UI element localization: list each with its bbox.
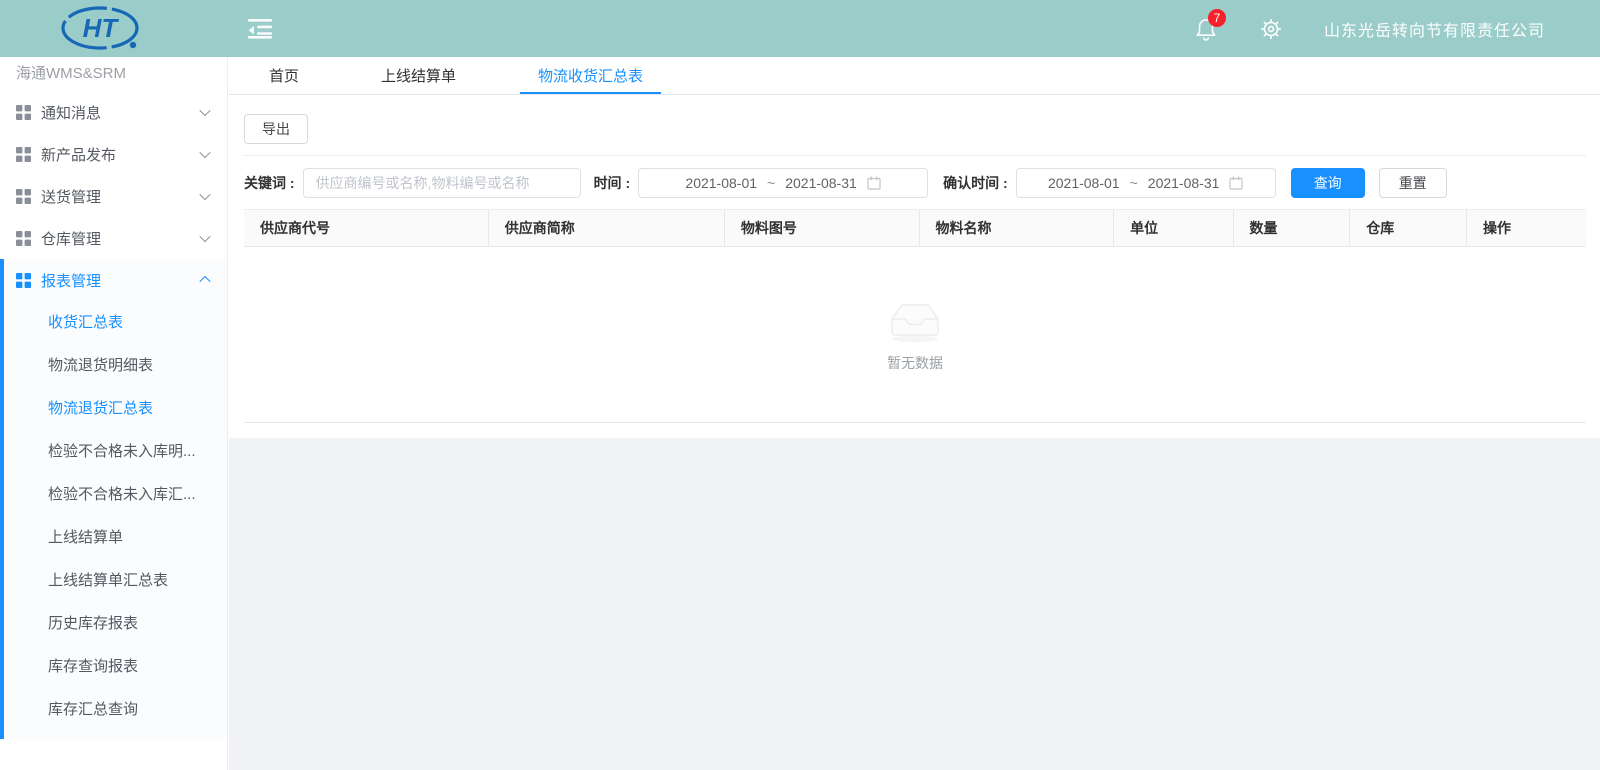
empty-state-text: 暂无数据 — [887, 353, 943, 373]
chevron-up-icon — [199, 276, 210, 287]
top-header-bar: HT 7 — [0, 0, 1600, 57]
col-supplier-code: 供应商代号 — [244, 210, 488, 247]
time-range-picker[interactable]: 2021-08-01 ~ 2021-08-31 — [638, 168, 928, 198]
sidebar-item-label: 通知消息 — [41, 102, 101, 123]
sidebar-sub-inventory-summary-query[interactable]: 库存汇总查询 — [4, 688, 227, 731]
filter-row: 关键词 : 时间 : 2021-08-01 ~ 2021-08-31 — [244, 168, 1586, 198]
sidebar-sub-receipt-summary[interactable]: 收货汇总表 — [4, 301, 227, 344]
col-material-drawing-no: 物料图号 — [724, 210, 919, 247]
sidebar: 海通WMS&SRM 通知消息 新产品发布 送货管理 — [0, 57, 228, 770]
header-right-controls: 7 — [1194, 0, 1545, 57]
calendar-icon — [1229, 176, 1243, 190]
confirm-end-date: 2021-08-31 — [1138, 175, 1230, 191]
confirm-start-date: 2021-08-01 — [1038, 175, 1130, 191]
sidebar-item-reports[interactable]: 报表管理 — [4, 259, 227, 301]
range-separator: ~ — [1130, 175, 1138, 191]
col-actions: 操作 — [1467, 210, 1586, 247]
tab-home[interactable]: 首页 — [249, 57, 319, 94]
keyword-input[interactable] — [303, 168, 581, 198]
col-warehouse: 仓库 — [1350, 210, 1467, 247]
company-logo: HT — [52, 4, 148, 59]
col-unit: 单位 — [1114, 210, 1233, 247]
col-supplier-name: 供应商简称 — [488, 210, 724, 247]
tab-logistics-receipt-summary[interactable]: 物流收货汇总表 — [518, 57, 663, 94]
logo-icon: HT — [52, 4, 148, 54]
settings-gear-icon[interactable] — [1258, 16, 1284, 42]
sidebar-sub-inspection-fail-summary[interactable]: 检验不合格未入库汇... — [4, 473, 227, 516]
grid-icon — [16, 105, 31, 120]
confirm-time-range-picker[interactable]: 2021-08-01 ~ 2021-08-31 — [1016, 168, 1276, 198]
chevron-down-icon — [199, 189, 210, 200]
keyword-label: 关键词 : — [244, 173, 295, 193]
chevron-down-icon — [199, 231, 210, 242]
notification-badge: 7 — [1208, 9, 1226, 27]
export-button[interactable]: 导出 — [244, 114, 308, 144]
sidebar-sub-history-inventory[interactable]: 历史库存报表 — [4, 602, 227, 645]
notification-bell-icon[interactable]: 7 — [1194, 16, 1218, 42]
menu-fold-icon[interactable] — [246, 17, 274, 41]
table-header-row: 供应商代号 供应商简称 物料图号 物料名称 单位 数量 仓库 操作 — [244, 210, 1586, 247]
sidebar-sub-inventory-query[interactable]: 库存查询报表 — [4, 645, 227, 688]
time-label: 时间 : — [594, 173, 631, 193]
search-button[interactable]: 查询 — [1291, 168, 1365, 198]
time-end-date: 2021-08-31 — [775, 175, 867, 191]
sidebar-sub-logistics-return-summary[interactable]: 物流退货汇总表 — [4, 387, 227, 430]
toolbar-divider — [244, 155, 1586, 156]
tab-bar: 首页 上线结算单 物流收货汇总表 — [229, 57, 1600, 95]
main-content: 首页 上线结算单 物流收货汇总表 导出 关键词 : 时间 : 2021-08-0… — [229, 57, 1600, 770]
empty-box-icon — [882, 297, 948, 343]
sidebar-sub-inspection-fail-detail[interactable]: 检验不合格未入库明... — [4, 430, 227, 473]
tab-online-settlement[interactable]: 上线结算单 — [361, 57, 476, 94]
chevron-down-icon — [199, 147, 210, 158]
sidebar-item-new-product[interactable]: 新产品发布 — [0, 133, 227, 175]
sidebar-item-label: 送货管理 — [41, 186, 101, 207]
sidebar-item-label: 仓库管理 — [41, 228, 101, 249]
app-title: 海通WMS&SRM — [0, 57, 227, 91]
reset-button[interactable]: 重置 — [1379, 168, 1447, 198]
chevron-down-icon — [199, 105, 210, 116]
results-table: 供应商代号 供应商简称 物料图号 物料名称 单位 数量 仓库 操作 — [244, 209, 1586, 247]
sidebar-item-warehouse[interactable]: 仓库管理 — [0, 217, 227, 259]
grid-icon — [16, 231, 31, 246]
svg-text:HT: HT — [83, 13, 120, 43]
grid-icon — [16, 273, 31, 288]
sidebar-item-notifications[interactable]: 通知消息 — [0, 91, 227, 133]
sidebar-sub-online-settlement[interactable]: 上线结算单 — [4, 516, 227, 559]
empty-state: 暂无数据 — [244, 247, 1586, 423]
sidebar-group-reports: 报表管理 收货汇总表 物流退货明细表 物流退货汇总表 检验不合格未入库明... … — [0, 259, 227, 739]
company-name: 山东光岳转向节有限责任公司 — [1324, 17, 1545, 41]
sidebar-item-label: 报表管理 — [41, 270, 101, 291]
grid-icon — [16, 147, 31, 162]
calendar-icon — [867, 176, 881, 190]
grid-icon — [16, 189, 31, 204]
sidebar-item-label: 新产品发布 — [41, 144, 116, 165]
col-material-name: 物料名称 — [919, 210, 1114, 247]
app-window: HT 7 — [0, 0, 1600, 770]
sidebar-item-delivery[interactable]: 送货管理 — [0, 175, 227, 217]
col-quantity: 数量 — [1233, 210, 1350, 247]
sidebar-sub-online-settlement-summary[interactable]: 上线结算单汇总表 — [4, 559, 227, 602]
confirm-time-label: 确认时间 : — [943, 173, 1008, 193]
time-start-date: 2021-08-01 — [675, 175, 767, 191]
range-separator: ~ — [767, 175, 775, 191]
content-panel: 导出 关键词 : 时间 : 2021-08-01 ~ 2021-08-31 — [229, 95, 1600, 438]
sidebar-sub-logistics-return-detail[interactable]: 物流退货明细表 — [4, 344, 227, 387]
